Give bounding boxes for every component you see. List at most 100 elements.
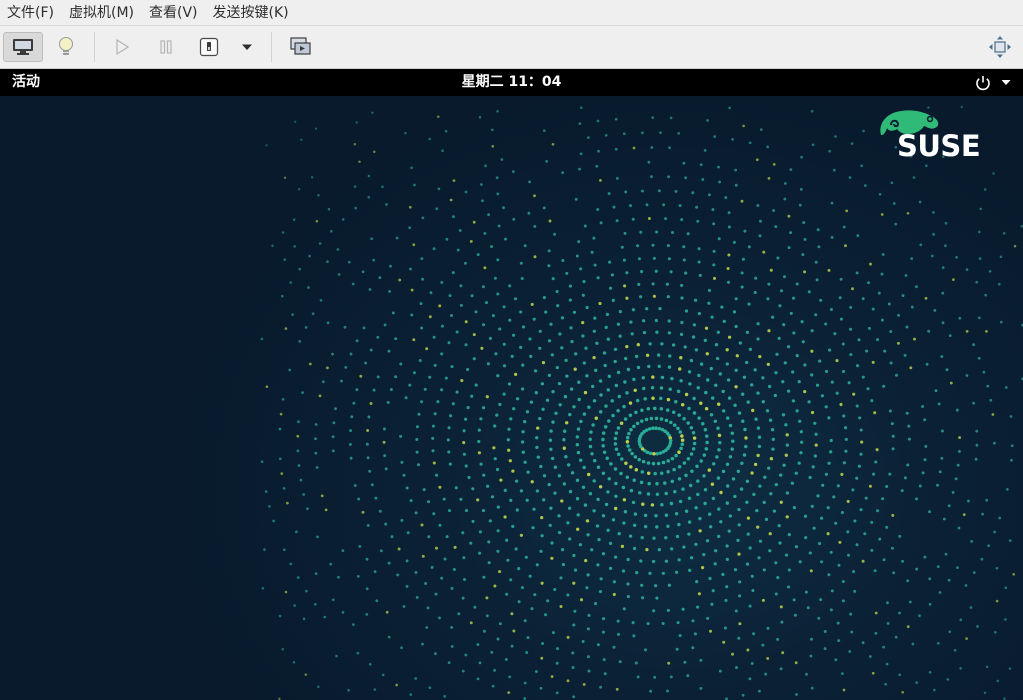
wallpaper-dot — [629, 428, 633, 432]
wallpaper-dot — [621, 485, 626, 490]
wallpaper-dot — [472, 357, 476, 361]
wallpaper-dot — [530, 302, 534, 306]
wallpaper-dot — [669, 675, 673, 679]
wallpaper-dot — [535, 445, 539, 450]
wallpaper-dot — [478, 551, 482, 555]
wallpaper-dot — [824, 322, 828, 326]
wallpaper-dot — [923, 418, 927, 422]
wallpaper-dot — [426, 500, 431, 504]
wallpaper-dot — [766, 362, 770, 367]
fullscreen-button[interactable] — [980, 32, 1020, 62]
menu-send-key[interactable]: 发送按键(K) — [206, 0, 297, 26]
menu-file[interactable]: 文件(F) — [0, 0, 62, 26]
wallpaper-dot — [353, 185, 357, 188]
wallpaper-dot — [327, 207, 331, 211]
wallpaper-dot — [504, 657, 508, 661]
wallpaper-dot — [837, 563, 841, 567]
wallpaper-dot — [271, 244, 274, 248]
wallpaper-dot — [767, 329, 771, 333]
menu-view[interactable]: 查看(V) — [142, 0, 206, 26]
wallpaper-dot — [618, 660, 622, 664]
wallpaper-dot — [857, 464, 861, 468]
wallpaper-dot — [944, 552, 948, 556]
wallpaper-dot — [614, 117, 618, 121]
wallpaper-dot — [624, 461, 628, 465]
run-button[interactable] — [102, 32, 142, 62]
wallpaper-dot — [661, 460, 666, 465]
wallpaper-dot — [420, 257, 424, 261]
wallpaper-dot — [657, 364, 661, 368]
wallpaper-dot — [397, 547, 401, 551]
shutdown-menu-button[interactable] — [227, 32, 267, 62]
shutdown-button[interactable] — [189, 32, 229, 62]
wallpaper-dot — [655, 482, 659, 486]
wallpaper-dot — [314, 423, 318, 426]
wallpaper-dot — [604, 404, 608, 408]
wallpaper-dot — [995, 566, 999, 570]
wallpaper-dot — [562, 438, 566, 442]
wallpaper-dot — [503, 488, 507, 493]
wallpaper-dot — [304, 326, 308, 329]
wallpaper-dot — [608, 541, 613, 546]
wallpaper-dot — [295, 530, 298, 534]
system-menu[interactable] — [975, 69, 1011, 96]
wallpaper-dot — [857, 338, 861, 342]
wallpaper-dot — [536, 455, 540, 459]
vm-display[interactable]: 活动 星期二 11：04 SUSE — [0, 69, 1023, 700]
wallpaper-dot — [321, 380, 325, 384]
wallpaper-dot — [622, 607, 626, 611]
wallpaper-dot — [846, 553, 851, 557]
logo-text: SUSE — [897, 129, 981, 163]
wallpaper-dot — [977, 316, 981, 320]
wallpaper-dot — [529, 400, 534, 404]
wallpaper-dot — [467, 475, 471, 480]
wallpaper-dot — [844, 244, 847, 248]
wallpaper-dot — [734, 324, 738, 329]
wallpaper-dot — [539, 686, 543, 690]
wallpaper-dot — [756, 204, 760, 207]
wallpaper-dot — [414, 677, 418, 680]
wallpaper-dot — [782, 275, 787, 279]
wallpaper-dot — [889, 330, 893, 333]
wallpaper-dot — [737, 523, 741, 527]
wallpaper-dot — [803, 237, 807, 241]
wallpaper-dot — [649, 416, 654, 421]
wallpaper-dot — [748, 677, 752, 681]
wallpaper-dot — [728, 106, 731, 110]
wallpaper-dot — [740, 461, 744, 465]
wallpaper-dot — [726, 280, 731, 284]
wallpaper-dot — [432, 461, 436, 465]
console-view-button[interactable] — [3, 32, 43, 62]
wallpaper-dot — [633, 512, 638, 516]
wallpaper-dot — [604, 325, 608, 330]
wallpaper-dot — [731, 439, 735, 443]
menu-vm[interactable]: 虚拟机(M) — [62, 0, 142, 26]
wallpaper-dot — [821, 483, 825, 487]
wallpaper-dot — [614, 481, 618, 486]
wallpaper-dot — [616, 619, 620, 623]
details-button[interactable] — [46, 32, 86, 62]
wallpaper-dot — [447, 509, 452, 513]
wallpaper-dot — [523, 681, 527, 685]
wallpaper-dot — [497, 224, 501, 228]
wallpaper-dot — [699, 658, 703, 662]
snapshot-button[interactable] — [281, 32, 321, 62]
pause-button[interactable] — [146, 32, 186, 62]
wallpaper-dot — [567, 463, 571, 467]
wallpaper-dot — [712, 263, 716, 267]
wallpaper-dot — [508, 459, 512, 463]
wallpaper-dot — [737, 411, 742, 415]
clock[interactable]: 星期二 11：04 — [0, 69, 1023, 96]
wallpaper-dot — [641, 319, 646, 323]
wallpaper-dot — [755, 508, 759, 513]
wallpaper-dot — [324, 508, 328, 512]
wallpaper-dot — [958, 316, 962, 320]
wallpaper-dot — [918, 614, 921, 618]
wallpaper-dot — [396, 573, 400, 577]
wallpaper-dot — [660, 375, 665, 380]
wallpaper-dot — [567, 506, 572, 510]
wallpaper-dot — [722, 640, 726, 644]
wallpaper-dot — [872, 472, 876, 476]
wallpaper-dot — [598, 301, 602, 306]
wallpaper-dot — [613, 347, 618, 352]
